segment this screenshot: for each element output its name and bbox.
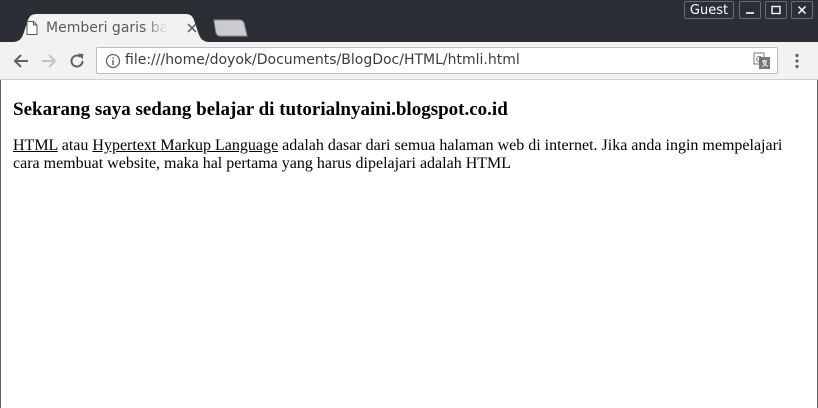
back-button[interactable]: [10, 50, 32, 72]
url-text[interactable]: file:///home/doyok/Documents/BlogDoc/HTM…: [125, 52, 520, 68]
translate-icon[interactable]: G: [753, 52, 771, 70]
page-body: Sekarang saya sedang belajar di tutorial…: [1, 99, 817, 173]
svg-text:G: G: [756, 55, 762, 64]
new-tab-button[interactable]: [212, 19, 248, 37]
page-paragraph: HTML atau Hypertext Markup Language adal…: [13, 137, 805, 173]
minimize-button[interactable]: [739, 1, 761, 19]
minimize-icon: [746, 12, 754, 14]
title-bar: Memberi garis bawah Guest: [0, 0, 818, 42]
address-bar[interactable]: file:///home/doyok/Documents/BlogDoc/HTM…: [96, 47, 778, 74]
window-close-icon: [797, 5, 807, 15]
back-arrow-icon: [13, 54, 28, 68]
tab-active[interactable]: Memberi garis bawah: [12, 14, 210, 42]
reload-icon: [70, 53, 84, 68]
forward-button[interactable]: [38, 50, 60, 72]
close-icon[interactable]: [186, 22, 198, 34]
toolbar: file:///home/doyok/Documents/BlogDoc/HTM…: [0, 42, 818, 80]
html-link[interactable]: HTML: [13, 137, 58, 154]
forward-arrow-icon: [42, 54, 57, 68]
chrome-menu-button[interactable]: [788, 50, 806, 72]
info-icon[interactable]: [105, 53, 121, 69]
page-heading: Sekarang saya sedang belajar di tutorial…: [13, 99, 508, 120]
reload-button[interactable]: [66, 50, 88, 72]
maximize-icon: [771, 5, 781, 15]
page-viewport: Sekarang saya sedang belajar di tutorial…: [0, 80, 818, 408]
maximize-button[interactable]: [765, 1, 787, 19]
hypertext-markup-language-link[interactable]: Hypertext Markup Language: [92, 137, 278, 154]
paragraph-text-1: atau: [57, 137, 93, 154]
guest-profile-button[interactable]: Guest: [684, 1, 734, 19]
kebab-menu-icon: [795, 53, 799, 69]
document-icon: [26, 21, 38, 35]
window-close-button[interactable]: [791, 1, 813, 19]
tab-title: Memberi garis bawah: [46, 20, 168, 36]
